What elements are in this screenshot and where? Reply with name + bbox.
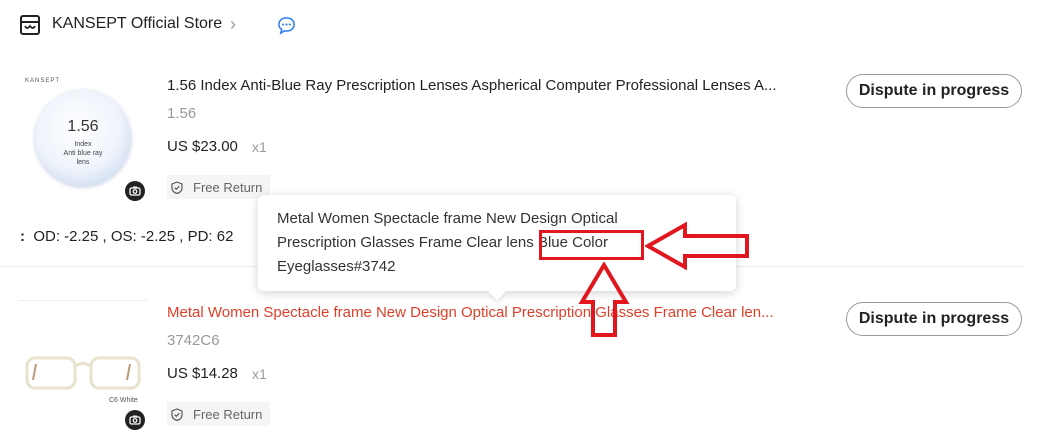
annotation-highlight-box <box>539 230 644 260</box>
shield-check-icon <box>171 180 183 194</box>
image-color-label: C6 White <box>109 397 138 404</box>
product-title-lens[interactable]: 1.56 Index Anti-Blue Ray Prescription Le… <box>167 77 817 94</box>
product-price: US $14.28 <box>167 365 238 382</box>
free-return-badge: Free Return <box>167 175 271 199</box>
image-index-value: 1.56 <box>67 118 99 135</box>
store-icon <box>20 15 40 35</box>
image-line1: Index <box>74 141 92 148</box>
prescription-values: OD: -2.25 , OS: -2.25 , PD: 62 <box>33 228 234 245</box>
free-return-badge: Free Return <box>167 402 271 426</box>
product-title-frame[interactable]: Metal Women Spectacle frame New Design O… <box>167 304 817 321</box>
product-price: US $23.00 <box>167 138 238 155</box>
product-image-frame[interactable]: C6 White <box>18 300 148 430</box>
tooltip-arrow <box>488 283 506 301</box>
product-quantity: x1 <box>252 139 267 155</box>
image-line2: Anti blue ray <box>63 150 103 157</box>
image-brand: KANSEPT <box>25 78 61 84</box>
product-sku: 3742C6 <box>167 332 220 349</box>
free-return-label: Free Return <box>193 179 263 195</box>
dispute-in-progress-button[interactable]: Dispute in progress <box>846 74 1022 108</box>
image-line3: lens <box>76 159 90 166</box>
chevron-right-icon[interactable]: › <box>230 14 236 35</box>
product-sku: 1.56 <box>167 105 197 122</box>
red-arrow-up <box>578 262 630 337</box>
prescription-info: : OD: -2.25 , OS: -2.25 , PD: 62 <box>20 228 234 245</box>
red-arrow-left <box>645 222 749 270</box>
tooltip-line2-start: Prescription Glasses Frame Clear lens <box>277 234 534 251</box>
free-return-label: Free Return <box>193 406 263 422</box>
chat-icon[interactable] <box>277 16 296 35</box>
product-image-lens[interactable]: KANSEPT 1.56 Index Anti blue ray lens <box>20 70 150 201</box>
product-quantity: x1 <box>252 366 267 382</box>
dispute-in-progress-button[interactable]: Dispute in progress <box>846 302 1022 336</box>
camera-icon[interactable] <box>125 410 145 430</box>
store-name[interactable]: KANSEPT Official Store <box>52 15 222 33</box>
camera-icon[interactable] <box>125 181 145 201</box>
shield-check-icon <box>171 407 183 421</box>
